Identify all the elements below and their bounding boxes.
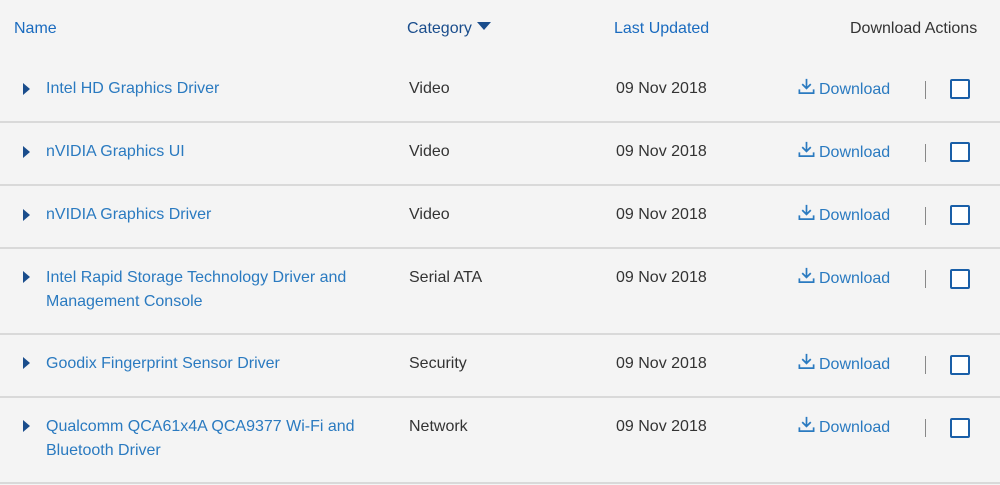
download-icon <box>798 416 815 433</box>
download-icon <box>798 78 815 95</box>
download-label: Download <box>819 144 891 161</box>
download-label: Download <box>819 270 891 287</box>
table-row: Intel HD Graphics Driver Video 09 Nov 20… <box>0 58 1000 123</box>
table-header: Name Category Last Updated Download Acti… <box>0 0 1000 58</box>
table-row: nVIDIA Graphics UI Video 09 Nov 2018 Dow… <box>0 123 1000 186</box>
download-label: Download <box>819 207 891 224</box>
driver-name-link[interactable]: Goodix Fingerprint Sensor Driver <box>46 352 386 376</box>
select-checkbox[interactable] <box>950 142 970 162</box>
driver-name-link[interactable]: Intel HD Graphics Driver <box>46 77 386 101</box>
column-header-download-actions: Download Actions <box>850 20 978 37</box>
download-label: Download <box>819 81 891 98</box>
download-button[interactable]: Download <box>797 415 890 440</box>
select-checkbox[interactable] <box>950 269 970 289</box>
table-row: Intel Rapid Storage Technology Driver an… <box>0 249 1000 335</box>
driver-name-link[interactable]: Qualcomm QCA61x4A QCA9377 Wi-Fi and Blue… <box>46 415 386 463</box>
select-checkbox[interactable] <box>950 418 970 438</box>
table-row: nVIDIA Graphics Driver Video 09 Nov 2018… <box>0 186 1000 249</box>
driver-category: Video <box>409 143 450 160</box>
select-checkbox[interactable] <box>950 79 970 99</box>
action-divider <box>925 144 926 162</box>
driver-name-link[interactable]: nVIDIA Graphics Driver <box>46 203 386 227</box>
download-icon <box>798 267 815 284</box>
table-row: Qualcomm QCA61x4A QCA9377 Wi-Fi and Blue… <box>0 398 1000 484</box>
column-header-category-label: Category <box>407 20 472 37</box>
download-button[interactable]: Download <box>797 140 890 165</box>
caret-right-icon[interactable] <box>23 357 30 369</box>
driver-category: Security <box>409 355 467 372</box>
download-label: Download <box>819 356 891 373</box>
download-button[interactable]: Download <box>797 352 890 377</box>
caret-right-icon[interactable] <box>23 420 30 432</box>
caret-right-icon[interactable] <box>23 271 30 283</box>
driver-category: Video <box>409 80 450 97</box>
download-icon <box>798 204 815 221</box>
caret-right-icon[interactable] <box>23 83 30 95</box>
select-checkbox[interactable] <box>950 205 970 225</box>
download-button[interactable]: Download <box>797 203 890 228</box>
caret-right-icon[interactable] <box>23 209 30 221</box>
download-icon <box>798 353 815 370</box>
column-header-last-updated[interactable]: Last Updated <box>614 18 709 40</box>
caret-right-icon[interactable] <box>23 146 30 158</box>
drivers-table: Name Category Last Updated Download Acti… <box>0 0 1000 485</box>
driver-last-updated: 09 Nov 2018 <box>616 80 707 97</box>
driver-last-updated: 09 Nov 2018 <box>616 206 707 223</box>
download-button[interactable]: Download <box>797 77 890 102</box>
driver-last-updated: 09 Nov 2018 <box>616 269 707 286</box>
column-header-category[interactable]: Category <box>407 18 491 40</box>
driver-category: Serial ATA <box>409 269 483 286</box>
driver-category: Network <box>409 418 468 435</box>
driver-last-updated: 09 Nov 2018 <box>616 355 707 372</box>
action-divider <box>925 81 926 99</box>
driver-category: Video <box>409 206 450 223</box>
driver-name-link[interactable]: Intel Rapid Storage Technology Driver an… <box>46 266 386 314</box>
driver-last-updated: 09 Nov 2018 <box>616 143 707 160</box>
action-divider <box>925 419 926 437</box>
action-divider <box>925 207 926 225</box>
select-checkbox[interactable] <box>950 355 970 375</box>
driver-last-updated: 09 Nov 2018 <box>616 418 707 435</box>
table-row: Goodix Fingerprint Sensor Driver Securit… <box>0 335 1000 398</box>
download-button[interactable]: Download <box>797 266 890 291</box>
driver-name-link[interactable]: nVIDIA Graphics UI <box>46 140 386 164</box>
action-divider <box>925 270 926 288</box>
column-header-name[interactable]: Name <box>14 18 57 40</box>
download-icon <box>798 141 815 158</box>
caret-down-icon[interactable] <box>476 22 491 30</box>
download-label: Download <box>819 419 891 436</box>
action-divider <box>925 356 926 374</box>
